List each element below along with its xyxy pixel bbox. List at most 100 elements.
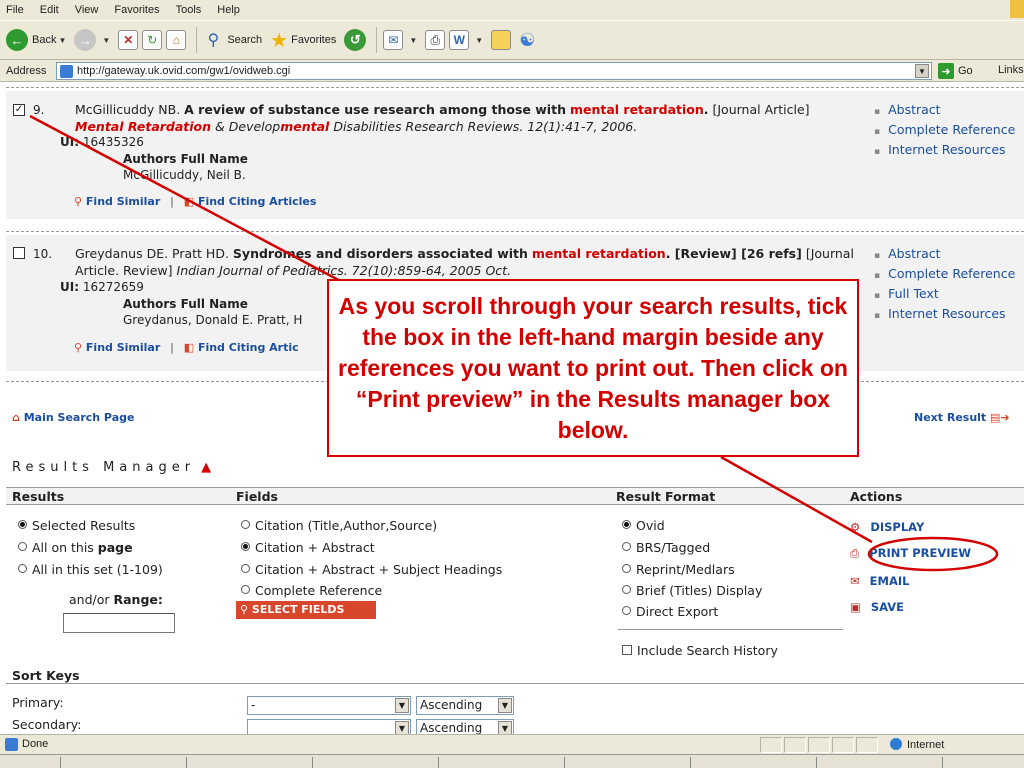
result-checkbox-9[interactable]: ✓ [13, 104, 25, 116]
links-button[interactable]: Links [998, 64, 1024, 76]
col-results: Results [12, 489, 65, 504]
messenger-icon[interactable]: ☯ [519, 30, 535, 51]
internet-resources-link[interactable]: Internet Resources [874, 305, 1015, 325]
chevron-down-icon: ▼ [395, 698, 409, 713]
citation-source: Indian Journal of Pediatrics. 72(10):859… [176, 263, 512, 278]
display-icon: ⚙ [850, 520, 861, 534]
radio-citation-abstract[interactable]: Citation + Abstract [241, 540, 375, 555]
radio-format-ovid[interactable]: Ovid [622, 518, 665, 533]
main-search-label: Main Search Page [23, 411, 135, 424]
complete-reference-link[interactable]: Complete Reference [874, 121, 1015, 141]
save-action[interactable]: ▣ SAVE [850, 600, 904, 614]
include-history-checkbox[interactable]: Include Search History [622, 643, 778, 658]
toolbar-separator [376, 27, 378, 53]
menu-edit[interactable]: Edit [40, 4, 59, 16]
radio-format-brief[interactable]: Brief (Titles) Display [622, 583, 762, 598]
full-text-link[interactable]: Full Text [874, 285, 1015, 305]
address-input[interactable]: http://gateway.uk.ovid.com/gw1/ovidweb.c… [56, 62, 932, 80]
ie-page-icon [60, 65, 73, 78]
taskbar-divider [438, 757, 439, 768]
abstract-link[interactable]: Abstract [874, 245, 1015, 265]
display-action[interactable]: ⚙ DISPLAY [850, 520, 924, 534]
radio-selected-results[interactable]: Selected Results [18, 518, 135, 533]
search-icon: ⚲ [240, 603, 249, 616]
menu-favorites[interactable]: Favorites [114, 4, 159, 16]
go-button[interactable]: ➜ Go [938, 63, 973, 79]
radio-citation[interactable]: Citation (Title,Author,Source) [241, 518, 437, 533]
radio-label: Selected Results [32, 518, 136, 533]
back-button[interactable]: ← Back ▼ [6, 29, 66, 51]
callout-text: As you scroll through your search result… [338, 293, 848, 443]
internet-resources-link[interactable]: Internet Resources [874, 141, 1015, 161]
radio-all-on-page[interactable]: All on this page [18, 540, 133, 555]
home-icon[interactable]: ⌂ [166, 30, 187, 50]
citation-title[interactable]: Syndromes and disorders associated with [233, 246, 528, 261]
forward-button[interactable]: → ▼ [74, 29, 110, 51]
radio-complete-reference[interactable]: Complete Reference [241, 583, 382, 598]
range-input[interactable] [63, 613, 175, 633]
secondary-sort-select[interactable]: ▼ [247, 719, 411, 734]
refresh-icon[interactable]: ↻ [142, 30, 163, 50]
find-citing-link[interactable]: Find Citing Artic [198, 341, 299, 354]
radio-label: Ovid [636, 518, 665, 533]
divider [6, 231, 1024, 232]
main-search-link[interactable]: ⌂ Main Search Page [12, 411, 134, 424]
print-icon[interactable]: ⎙ [425, 30, 446, 50]
chevron-down-icon[interactable]: ▼ [915, 64, 929, 78]
divider [618, 629, 843, 630]
menu-view[interactable]: View [75, 4, 99, 16]
primary-order-select[interactable]: Ascending ▼ [416, 696, 514, 715]
complete-reference-link[interactable]: Complete Reference [874, 265, 1015, 285]
menu-file[interactable]: File [6, 4, 24, 16]
windows-logo-icon [1010, 0, 1024, 18]
find-similar-link[interactable]: Find Similar [86, 195, 160, 208]
select-fields-button[interactable]: ⚲ SELECT FIELDS [236, 601, 376, 619]
range-label: and/or Range: [69, 592, 163, 607]
primary-label: Primary: [12, 695, 64, 710]
folder-icon[interactable] [491, 30, 512, 50]
radio-dot [622, 542, 631, 551]
address-bar: Address http://gateway.uk.ovid.com/gw1/o… [0, 60, 1024, 82]
chevron-down-icon[interactable]: ▼ [409, 36, 417, 45]
search-button[interactable]: ⚲ Search [203, 30, 262, 50]
abstract-link[interactable]: Abstract [874, 101, 1015, 121]
radio-all-in-set[interactable]: All in this set (1-109) [18, 562, 163, 577]
email-action[interactable]: ✉ EMAIL [850, 574, 909, 588]
radio-label: Direct Export [636, 604, 719, 619]
find-citing-link[interactable]: Find Citing Articles [198, 195, 317, 208]
result-checkbox-10[interactable] [13, 247, 25, 259]
primary-sort-select[interactable]: - ▼ [247, 696, 411, 715]
chevron-down-icon: ▼ [58, 35, 67, 45]
taskbar-divider [942, 757, 943, 768]
next-result-label: Next Result [914, 411, 987, 424]
menu-help[interactable]: Help [217, 4, 240, 16]
address-label: Address [6, 64, 47, 77]
chevron-down-icon[interactable]: ▼ [475, 36, 483, 45]
globe-icon [890, 738, 902, 750]
result-citation: McGillicuddy NB. A review of substance u… [75, 101, 855, 135]
chevron-down-icon: ▼ [395, 721, 409, 734]
radio-label-bold: page [97, 540, 133, 555]
print-preview-action[interactable]: ⎙ PRINT PREVIEW [850, 546, 971, 561]
radio-format-direct-export[interactable]: Direct Export [622, 604, 718, 619]
stop-icon[interactable]: ✕ [118, 30, 139, 50]
next-result-link[interactable]: Next Result ▤➜ [914, 411, 1010, 424]
menu-tools[interactable]: Tools [176, 4, 202, 16]
citation-type: [Journal Article] [712, 102, 810, 117]
mail-icon[interactable]: ✉ [383, 30, 404, 50]
find-similar-link[interactable]: Find Similar [86, 341, 160, 354]
radio-citation-abstract-subject[interactable]: Citation + Abstract + Subject Headings [241, 562, 502, 577]
radio-format-reprint[interactable]: Reprint/Medlars [622, 562, 735, 577]
favorites-button[interactable]: ★ Favorites [270, 28, 336, 53]
citing-articles-icon: ◧ [183, 195, 195, 208]
history-icon[interactable]: ↺ [344, 29, 367, 51]
checkbox-box [622, 645, 632, 655]
secondary-order-select[interactable]: Ascending ▼ [416, 719, 514, 734]
radio-format-brs[interactable]: BRS/Tagged [622, 540, 710, 555]
search-icon: ⚲ [74, 195, 83, 208]
citation-title[interactable]: A review of substance use research among… [184, 102, 566, 117]
arrow-up-icon[interactable]: ▲ [201, 460, 211, 475]
citation-author: Greydanus DE. Pratt HD. [75, 246, 229, 261]
results-manager-title: Results Manager ▲ [12, 460, 211, 475]
word-edit-icon[interactable]: W [449, 30, 470, 50]
